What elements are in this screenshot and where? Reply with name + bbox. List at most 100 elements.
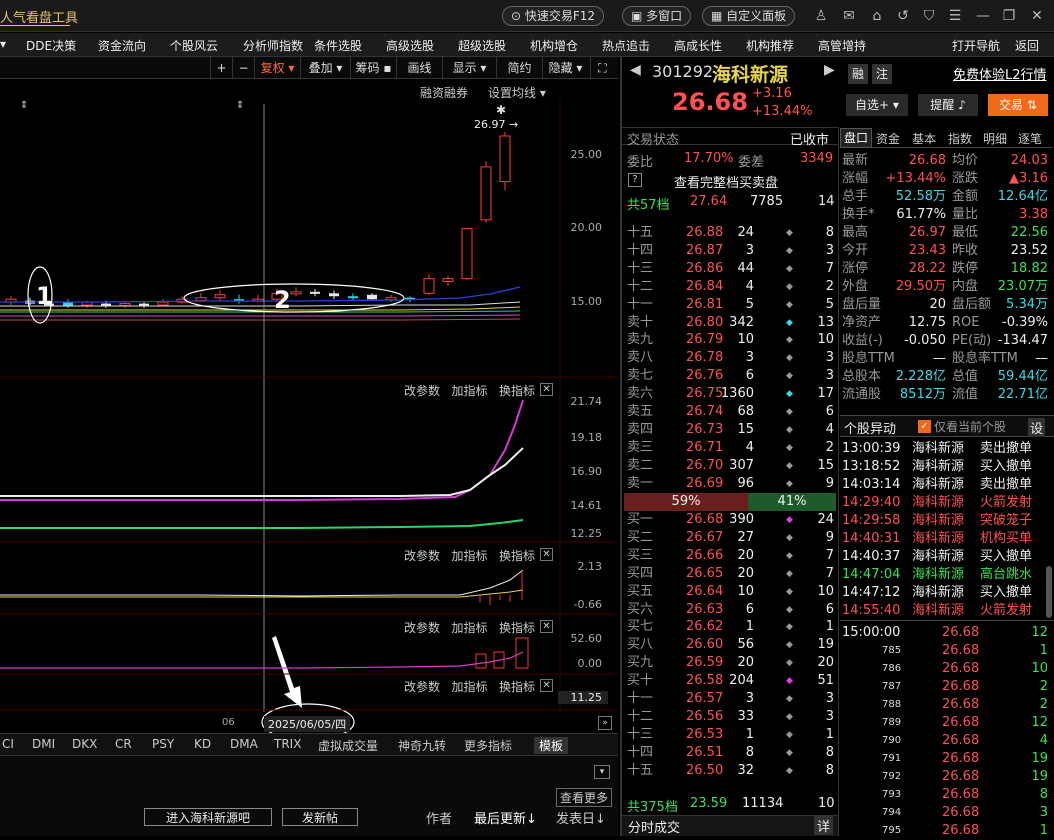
- display-button[interactable]: 显示 ▾: [442, 57, 496, 79]
- book-row[interactable]: 卖五 26.74 68 6 ◆: [622, 403, 838, 421]
- mail-icon[interactable]: ✉: [840, 7, 858, 25]
- change-indicator-link[interactable]: 换指标: [499, 621, 535, 635]
- book-row[interactable]: 卖九 26.79 10 10 ◆: [622, 331, 838, 349]
- event-row[interactable]: 14:47:12 海科新源 买入撤单: [842, 584, 1047, 602]
- book-row[interactable]: 买六 26.63 6 6 ◆: [622, 601, 838, 619]
- menu-item[interactable]: 分析师指数: [243, 37, 303, 54]
- indicator-tab[interactable]: CR: [115, 737, 132, 751]
- minimize-icon[interactable]: —: [974, 7, 992, 25]
- enter-forum-button[interactable]: 进入海科新源吧: [144, 808, 272, 826]
- event-row[interactable]: 14:03:14 海科新源 卖出撤单: [842, 476, 1047, 494]
- menu-item[interactable]: 超级选股: [458, 37, 506, 54]
- book-row[interactable]: 买四 26.65 20 7 ◆: [622, 565, 838, 583]
- menu-item[interactable]: 返回: [1015, 37, 1039, 54]
- book-row[interactable]: 十一 26.57 3 3 ◆: [622, 690, 838, 708]
- event-row[interactable]: 14:29:58 海科新源 突破笼子: [842, 512, 1047, 530]
- user-icon[interactable]: ♙: [812, 7, 830, 25]
- book-row[interactable]: 买七 26.62 1 1 ◆: [622, 618, 838, 636]
- book-row[interactable]: 十三 26.86 44 7 ◆: [622, 260, 838, 278]
- menu-left-arrow[interactable]: ▾: [0, 37, 6, 51]
- book-row[interactable]: 十四 26.51 8 8 ◆: [622, 744, 838, 762]
- book-row[interactable]: 卖十 26.80 342 13 ◆: [622, 314, 838, 332]
- book-row[interactable]: 买十 26.58 204 51 ◆: [622, 672, 838, 690]
- event-row[interactable]: 14:40:31 海科新源 机构买单: [842, 530, 1047, 548]
- margin-badge[interactable]: 融: [848, 64, 868, 84]
- custom-panel-button[interactable]: ▦ 自定义面板: [702, 6, 796, 26]
- simple-button[interactable]: 简约: [496, 57, 542, 79]
- book-row[interactable]: 十四 26.87 3 3 ◆: [622, 242, 838, 260]
- book-row[interactable]: 卖四 26.73 15 4 ◆: [622, 421, 838, 439]
- book-row[interactable]: 买二 26.67 27 9 ◆: [622, 529, 838, 547]
- chips-button[interactable]: 筹码 ▪: [350, 57, 396, 79]
- post-date-column[interactable]: 发表日↓: [556, 808, 606, 827]
- l2-trial-link[interactable]: 免费体验L2行情: [953, 64, 1047, 83]
- book-row[interactable]: 卖八 26.78 3 3 ◆: [622, 349, 838, 367]
- indicator-tab[interactable]: DMI: [32, 737, 55, 751]
- add-indicator-link[interactable]: 加指标: [451, 384, 487, 398]
- menu-item[interactable]: DDE决策: [26, 37, 76, 54]
- menu-item[interactable]: 热点追击: [602, 37, 650, 54]
- zoom-out-button[interactable]: −: [232, 57, 254, 79]
- new-post-button[interactable]: 发新帖: [282, 808, 358, 826]
- event-row[interactable]: 14:47:04 海科新源 高台跳水: [842, 566, 1047, 584]
- book-row[interactable]: 买九 26.59 20 20 ◆: [622, 654, 838, 672]
- menu-item[interactable]: 打开导航: [952, 37, 1000, 54]
- close-panel-icon[interactable]: ✕: [540, 679, 553, 692]
- book-row[interactable]: 卖三 26.71 4 2 ◆: [622, 439, 838, 457]
- indicator-tab[interactable]: TRIX: [274, 737, 301, 751]
- indicator-tab-active[interactable]: 模板: [534, 737, 569, 754]
- menu-item[interactable]: 高级选股: [386, 37, 434, 54]
- edit-params-link[interactable]: 改参数: [404, 549, 440, 563]
- event-row[interactable]: 14:29:40 海科新源 火箭发射: [842, 494, 1047, 512]
- last-update-column[interactable]: 最后更新↓: [474, 808, 537, 827]
- yidong-title[interactable]: 个股异动: [844, 418, 896, 437]
- draw-line-button[interactable]: 画线: [396, 57, 442, 79]
- indicator-tab[interactable]: KD: [194, 737, 211, 751]
- book-row[interactable]: 卖六 26.75 1360 17 ◆: [622, 385, 838, 403]
- book-row[interactable]: 十二 26.56 33 3 ◆: [622, 708, 838, 726]
- close-panel-icon[interactable]: ✕: [540, 383, 553, 396]
- menu-item[interactable]: 高成长性: [674, 37, 722, 54]
- book-row[interactable]: 十一 26.81 5 5 ◆: [622, 296, 838, 314]
- add-indicator-link[interactable]: 加指标: [451, 621, 487, 635]
- indicator-tab[interactable]: DMA: [230, 737, 258, 751]
- trade-button[interactable]: 交易 ⇅: [988, 94, 1048, 116]
- full-depth-link[interactable]: 查看完整档买卖盘: [674, 172, 778, 191]
- tab-zijin[interactable]: 资金: [876, 130, 900, 147]
- close-panel-icon[interactable]: ✕: [540, 620, 553, 633]
- add-indicator-link[interactable]: 加指标: [451, 549, 487, 563]
- book-row[interactable]: 买八 26.60 56 19 ◆: [622, 636, 838, 654]
- prev-stock-icon[interactable]: ◀: [630, 62, 641, 78]
- home-icon[interactable]: ⌂: [868, 7, 886, 25]
- indicator-tab[interactable]: CI: [2, 737, 14, 751]
- tab-pankou[interactable]: 盘口: [840, 128, 872, 148]
- book-row[interactable]: 买一 26.68 390 24 ◆: [622, 511, 838, 529]
- change-indicator-link[interactable]: 换指标: [499, 549, 535, 563]
- next-stock-icon[interactable]: ▶: [824, 62, 835, 78]
- help-icon[interactable]: ?: [628, 173, 642, 187]
- book-row[interactable]: 卖七 26.76 6 3 ◆: [622, 367, 838, 385]
- tab-jiben[interactable]: 基本: [912, 130, 936, 147]
- fuquan-button[interactable]: 复权 ▾: [254, 57, 300, 79]
- scroll-right-icon[interactable]: »: [598, 716, 612, 730]
- menu-item[interactable]: 资金流向: [98, 37, 146, 54]
- tab-zhubi[interactable]: 逐笔: [1018, 130, 1042, 147]
- overlay-button[interactable]: 叠加 ▾: [300, 57, 350, 79]
- book-row[interactable]: 卖一 26.69 96 9 ◆: [622, 475, 838, 493]
- indicator-tab[interactable]: 神奇九转: [398, 737, 446, 754]
- edit-params-link[interactable]: 改参数: [404, 621, 440, 635]
- alert-button[interactable]: 提醒 ♪: [918, 94, 978, 116]
- settings-icon[interactable]: ☰: [946, 7, 964, 25]
- event-row[interactable]: 14:40:37 海科新源 买入撤单: [842, 548, 1047, 566]
- menu-item[interactable]: 机构增仓: [530, 37, 578, 54]
- book-row[interactable]: 十五 26.88 24 8 ◆: [622, 224, 838, 242]
- indicator-tab[interactable]: PSY: [152, 737, 174, 751]
- edit-params-link[interactable]: 改参数: [404, 680, 440, 694]
- event-row[interactable]: 14:55:40 海科新源 火箭发射: [842, 602, 1047, 620]
- view-more-button[interactable]: 查看更多: [556, 788, 613, 807]
- close-panel-icon[interactable]: ✕: [540, 548, 553, 561]
- tab-zhishu[interactable]: 指数: [948, 130, 972, 147]
- shirt-icon[interactable]: ⛉: [920, 7, 938, 25]
- restore-icon[interactable]: ❐: [1000, 7, 1018, 25]
- book-row[interactable]: 十五 26.50 32 8 ◆: [622, 762, 838, 780]
